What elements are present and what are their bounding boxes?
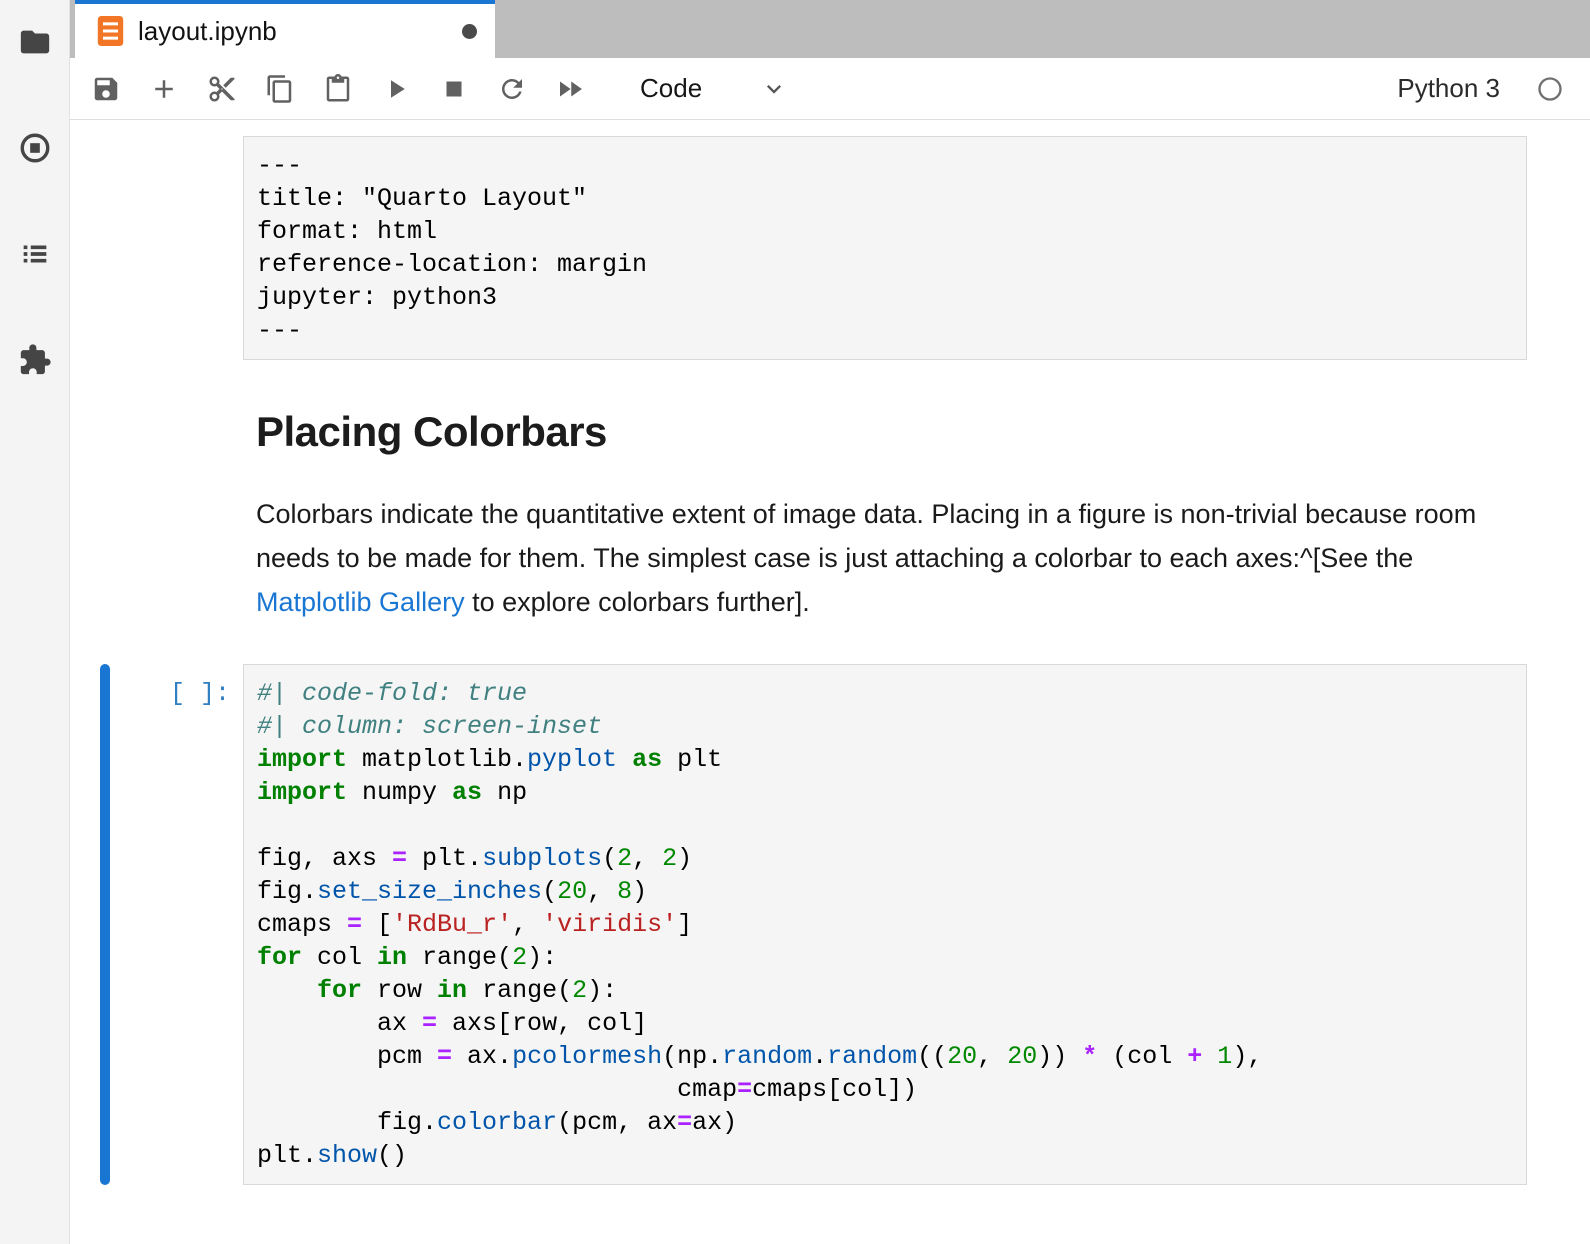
puzzle-icon: [18, 343, 52, 377]
paragraph-text-before: Colorbars indicate the quantitative exte…: [256, 499, 1476, 573]
unsaved-changes-dot[interactable]: [462, 24, 477, 39]
save-button[interactable]: [84, 67, 128, 111]
table-of-contents-button[interactable]: [17, 236, 53, 272]
markdown-paragraph: Colorbars indicate the quantitative exte…: [256, 492, 1514, 624]
file-browser-button[interactable]: [17, 24, 53, 60]
notebook-toolbar: Code Python 3: [70, 58, 1590, 120]
refresh-icon: [497, 74, 527, 104]
kernel-name[interactable]: Python 3: [1397, 73, 1500, 104]
code-cell-editor[interactable]: #| code-fold: true#| column: screen-inse…: [243, 664, 1527, 1185]
scissors-icon: [207, 74, 237, 104]
restart-run-all-button[interactable]: [548, 67, 592, 111]
copy-icon: [265, 74, 295, 104]
matplotlib-gallery-link[interactable]: Matplotlib Gallery: [256, 587, 465, 617]
play-icon: [381, 74, 411, 104]
tab-layout-ipynb[interactable]: layout.ipynb: [75, 0, 495, 58]
tab-title: layout.ipynb: [138, 16, 277, 47]
folder-icon: [18, 25, 52, 59]
restart-kernel-button[interactable]: [490, 67, 534, 111]
interrupt-kernel-button[interactable]: [432, 67, 476, 111]
run-cell-button[interactable]: [374, 67, 418, 111]
selected-cell-collapser[interactable]: [100, 664, 110, 1185]
cell-type-value: Code: [640, 73, 702, 104]
cell-collapser[interactable]: [100, 136, 110, 360]
markdown-cell-prompt: [110, 408, 243, 624]
paragraph-text-after: to explore colorbars further].: [465, 587, 810, 617]
raw-cell-editor[interactable]: ---title: "Quarto Layout"format: htmlref…: [243, 136, 1527, 360]
notebook-file-icon: [97, 16, 124, 46]
kernel-status-icon[interactable]: [1536, 75, 1564, 103]
dock-tab-bar: layout.ipynb: [70, 0, 1590, 58]
stop-icon: [439, 74, 469, 104]
markdown-heading: Placing Colorbars: [256, 408, 1514, 456]
input-prompt: [ ]:: [110, 664, 243, 1185]
insert-cell-button[interactable]: [142, 67, 186, 111]
raw-cell[interactable]: ---title: "Quarto Layout"format: htmlref…: [100, 136, 1527, 360]
markdown-rendered-body: Placing Colorbars Colorbars indicate the…: [243, 408, 1527, 624]
list-icon: [18, 237, 52, 271]
cell-collapser[interactable]: [100, 408, 110, 624]
fast-forward-icon: [555, 74, 585, 104]
chevron-down-icon: [760, 75, 788, 103]
code-cell[interactable]: [ ]: #| code-fold: true#| column: screen…: [100, 664, 1527, 1185]
plus-icon: [149, 74, 179, 104]
copy-cells-button[interactable]: [258, 67, 302, 111]
paste-cells-button[interactable]: [316, 67, 360, 111]
main-area: layout.ipynb: [70, 0, 1590, 1244]
save-icon: [91, 74, 121, 104]
cell-type-dropdown[interactable]: Code: [640, 73, 788, 104]
markdown-cell[interactable]: Placing Colorbars Colorbars indicate the…: [100, 408, 1527, 624]
cut-cells-button[interactable]: [200, 67, 244, 111]
notebook-panel: ---title: "Quarto Layout"format: htmlref…: [70, 120, 1590, 1244]
left-activity-bar: [0, 0, 70, 1244]
running-sessions-button[interactable]: [17, 130, 53, 166]
clipboard-icon: [323, 74, 353, 104]
jupyterlab-window: layout.ipynb: [0, 0, 1590, 1244]
extensions-button[interactable]: [17, 342, 53, 378]
raw-cell-prompt: [110, 136, 243, 360]
stop-circle-icon: [18, 131, 52, 165]
